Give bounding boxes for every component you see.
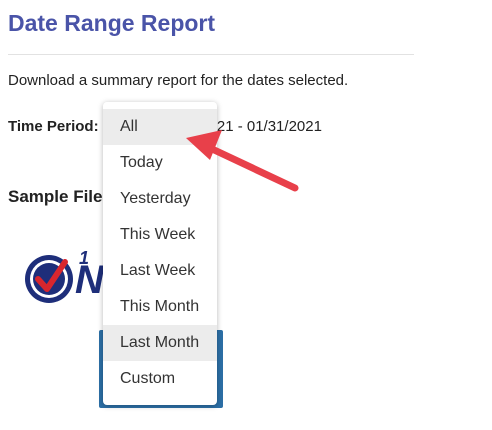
red-pointer-arrow-icon	[186, 130, 299, 192]
